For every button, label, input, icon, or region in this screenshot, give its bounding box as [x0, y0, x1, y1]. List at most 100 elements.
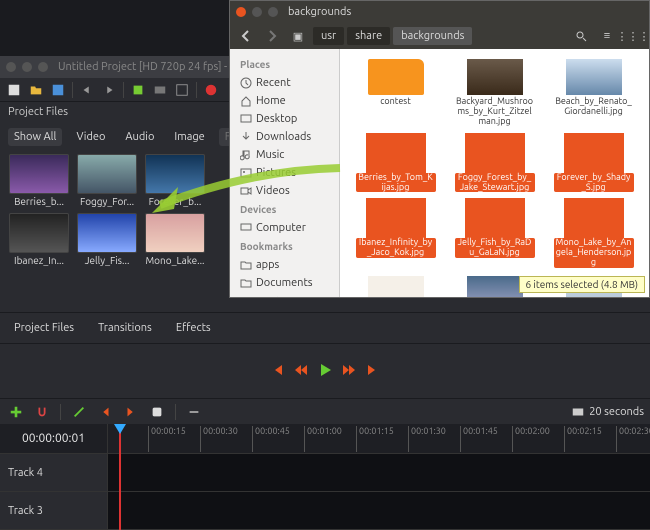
folder-icon [368, 59, 424, 95]
previous-marker-button[interactable] [95, 402, 115, 422]
image-icon [368, 135, 424, 171]
divider [196, 82, 197, 98]
sidebar-item-computer[interactable]: Computer [234, 219, 335, 237]
sidebar-item-recent[interactable]: Recent [234, 74, 335, 92]
choose-profile-button[interactable] [150, 80, 170, 100]
sidebar-item-bookmark[interactable]: Documents [234, 274, 335, 292]
search-button[interactable] [569, 26, 593, 46]
divider [72, 82, 73, 98]
minimize-icon[interactable] [22, 62, 32, 72]
sidebar-header-network: Network [234, 292, 335, 297]
project-file-item[interactable]: Ibanez_In... [8, 213, 70, 266]
timeline-track[interactable]: Track 4 [0, 454, 650, 492]
filter-audio[interactable]: Audio [119, 128, 160, 146]
project-file-item[interactable]: Foggy_For... [76, 154, 138, 207]
timeline[interactable]: 00:00:00:01 00:00:15 00:00:30 00:00:45 0… [0, 424, 650, 530]
project-file-item[interactable]: Mono_Lake... [144, 213, 206, 266]
sidebar-item-pictures[interactable]: Pictures [234, 164, 335, 182]
breadcrumb[interactable]: usr [313, 27, 344, 45]
fm-file-grid[interactable]: contest Backyard_Mushrooms_by_Kurt_Zitze… [340, 49, 649, 297]
timeline-ruler[interactable]: 00:00:00:01 00:00:15 00:00:30 00:00:45 0… [0, 424, 650, 454]
close-icon[interactable] [236, 7, 246, 17]
file-item[interactable]: Mono_Lake_by_Angela_Henderson.jpg [546, 198, 641, 270]
save-project-button[interactable] [48, 80, 68, 100]
fm-nav: ▣ usr share backgrounds ≡ ⋮⋮⋮ [230, 23, 649, 49]
preview-controls [0, 344, 650, 398]
fullscreen-button[interactable] [172, 80, 192, 100]
center-playhead-button[interactable] [147, 402, 167, 422]
file-item[interactable]: Backyard_Mushrooms_by_Kurt_Zitzelman.jpg [447, 57, 542, 129]
divider [60, 404, 61, 420]
file-item[interactable]: contest [348, 57, 443, 129]
minimize-icon[interactable] [252, 7, 262, 17]
file-manager-window: backgrounds ▣ usr share backgrounds ≡ ⋮⋮… [229, 0, 650, 298]
filter-image[interactable]: Image [168, 128, 210, 146]
sidebar-header-devices: Devices [234, 200, 335, 219]
computer-icon[interactable]: ▣ [286, 26, 310, 46]
fast-forward-button[interactable] [341, 362, 357, 381]
razor-button[interactable] [69, 402, 89, 422]
sidebar-item-home[interactable]: Home [234, 92, 335, 110]
import-files-button[interactable] [128, 80, 148, 100]
zoom-label: 20 seconds [571, 405, 644, 419]
sidebar-header-bookmarks: Bookmarks [234, 237, 335, 256]
sidebar-item-downloads[interactable]: Downloads [234, 128, 335, 146]
file-item[interactable]: Foggy_Forest_by_Jake_Stewart.jpg [447, 133, 542, 195]
file-item[interactable]: Forever_by_Shady_S.jpg [546, 133, 641, 195]
filter-show-all[interactable]: Show All [8, 128, 62, 146]
view-grid-button[interactable]: ⋮⋮⋮ [621, 26, 645, 46]
track-label[interactable]: Track 4 [0, 454, 108, 491]
fm-titlebar[interactable]: backgrounds [230, 1, 649, 23]
maximize-icon[interactable] [268, 7, 278, 17]
file-item[interactable]: Partitura_by_ [348, 274, 443, 297]
add-track-button[interactable] [6, 402, 26, 422]
zoom-out-button[interactable] [184, 402, 204, 422]
fm-title: backgrounds [288, 6, 351, 18]
project-file-item[interactable]: Jelly_Fis... [76, 213, 138, 266]
project-file-item[interactable]: Forever_b... [144, 154, 206, 207]
open-project-button[interactable] [26, 80, 46, 100]
image-icon [368, 276, 424, 297]
maximize-icon[interactable] [38, 62, 48, 72]
file-item[interactable]: Berries_by_Tom_Kijas.jpg [348, 133, 443, 195]
ruler-ticks[interactable]: 00:00:15 00:00:30 00:00:45 00:01:00 00:0… [108, 424, 650, 453]
export-video-button[interactable] [201, 80, 221, 100]
tab-effects[interactable]: Effects [170, 319, 217, 337]
filter-video[interactable]: Video [70, 128, 111, 146]
image-icon [566, 135, 622, 171]
sidebar-item-videos[interactable]: Videos [234, 182, 335, 200]
close-icon[interactable] [6, 62, 16, 72]
sidebar-item-bookmark[interactable]: apps [234, 256, 335, 274]
snapping-button[interactable] [32, 402, 52, 422]
divider [123, 82, 124, 98]
forward-button[interactable] [260, 26, 284, 46]
divider [175, 404, 176, 420]
timeline-toolbar: 20 seconds [0, 398, 650, 424]
sidebar-item-music[interactable]: Music [234, 146, 335, 164]
back-button[interactable] [234, 26, 258, 46]
timeline-track[interactable]: Track 3 [0, 492, 650, 530]
sidebar-header-places: Places [234, 55, 335, 74]
jump-start-button[interactable] [269, 362, 285, 381]
rewind-button[interactable] [293, 362, 309, 381]
play-button[interactable] [317, 362, 333, 381]
jump-end-button[interactable] [365, 362, 381, 381]
track-label[interactable]: Track 3 [0, 492, 108, 529]
next-marker-button[interactable] [121, 402, 141, 422]
tab-project-files[interactable]: Project Files [8, 319, 80, 337]
new-project-button[interactable] [4, 80, 24, 100]
file-item[interactable]: Ibanez_Infinity_by_Jaco_Kok.jpg [348, 198, 443, 270]
playhead[interactable] [119, 424, 121, 530]
image-icon [467, 200, 523, 236]
redo-button[interactable] [99, 80, 119, 100]
sidebar-item-desktop[interactable]: Desktop [234, 110, 335, 128]
view-list-button[interactable]: ≡ [595, 26, 619, 46]
file-item[interactable]: Jelly_Fish_by_RaDu_GaLaN.jpg [447, 198, 542, 270]
breadcrumb[interactable]: share [347, 27, 390, 45]
project-file-item[interactable]: Berries_b... [8, 154, 70, 207]
image-icon [566, 59, 622, 95]
breadcrumb[interactable]: backgrounds [393, 27, 472, 45]
file-item[interactable]: Beach_by_Renato_Giordanelli.jpg [546, 57, 641, 129]
undo-button[interactable] [77, 80, 97, 100]
tab-transitions[interactable]: Transitions [92, 319, 158, 337]
